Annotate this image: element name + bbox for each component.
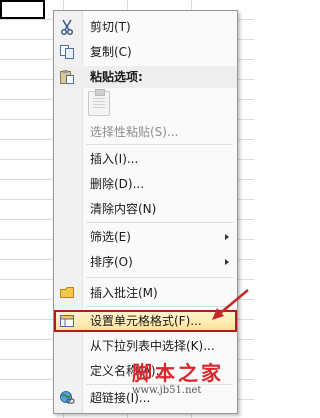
watermark-text: 脚本之家: [132, 361, 224, 385]
watermark-url: www.jb51.net: [132, 385, 202, 396]
watermark: 脚本之家 www.jb51.net: [132, 362, 252, 398]
annotation-arrow-icon: [212, 289, 249, 320]
